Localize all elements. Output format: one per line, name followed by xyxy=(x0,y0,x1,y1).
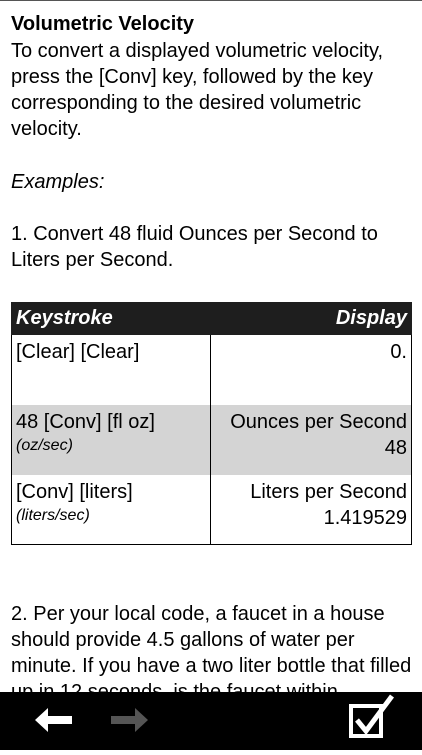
keystroke-table: Keystroke Display [Clear] [Clear] 0. 48 … xyxy=(11,302,412,545)
keystroke-header: Keystroke xyxy=(11,302,211,335)
forward-button[interactable] xyxy=(100,692,160,750)
display-cell: Ounces per Second 48 xyxy=(210,404,412,475)
display-label: Liters per Second xyxy=(250,480,407,503)
arrow-right-icon xyxy=(111,708,148,732)
checkbox-check-icon xyxy=(349,694,395,738)
display-cell: Liters per Second 1.419529 xyxy=(210,474,412,545)
keystroke-text: [Clear] [Clear] xyxy=(16,341,140,363)
table-header-row: Keystroke Display xyxy=(11,302,412,335)
keystroke-cell: 48 [Conv] [fl oz] (oz/sec) xyxy=(11,404,211,475)
display-label: Ounces per Second xyxy=(230,410,407,433)
section-title: Volumetric Velocity xyxy=(11,13,195,35)
keystroke-cell: [Clear] [Clear] xyxy=(11,334,211,405)
display-value: 48 xyxy=(384,436,407,459)
example-1-text: 1. Convert 48 fluid Ounces per Second to… xyxy=(11,223,378,271)
unit-label: (liters/sec) xyxy=(16,506,90,524)
done-button[interactable] xyxy=(340,692,400,750)
display-cell: 0. xyxy=(210,334,412,405)
keystroke-text: 48 [Conv] [fl oz] xyxy=(16,410,155,433)
display-header: Display xyxy=(210,302,412,335)
unit-label: (oz/sec) xyxy=(16,436,73,454)
table-row: [Clear] [Clear] 0. xyxy=(11,334,412,405)
table-row: 48 [Conv] [fl oz] (oz/sec) Ounces per Se… xyxy=(11,404,412,475)
intro-paragraph: To convert a displayed volumetric veloci… xyxy=(11,40,384,140)
keystroke-cell: [Conv] [liters] (liters/sec) xyxy=(11,474,211,545)
table-row: [Conv] [liters] (liters/sec) Liters per … xyxy=(11,474,412,545)
keystroke-text: [Conv] [liters] xyxy=(16,480,133,503)
examples-label: Examples: xyxy=(11,171,105,193)
back-button[interactable] xyxy=(24,692,84,750)
help-content[interactable]: Volumetric Velocity To convert a display… xyxy=(0,0,422,692)
arrow-left-icon xyxy=(35,708,72,732)
bottom-navigation-bar xyxy=(0,692,422,750)
example-2-text: 2. Per your local code, a faucet in a ho… xyxy=(11,603,412,692)
display-value: 0. xyxy=(390,341,407,363)
display-value: 1.419529 xyxy=(323,506,407,529)
